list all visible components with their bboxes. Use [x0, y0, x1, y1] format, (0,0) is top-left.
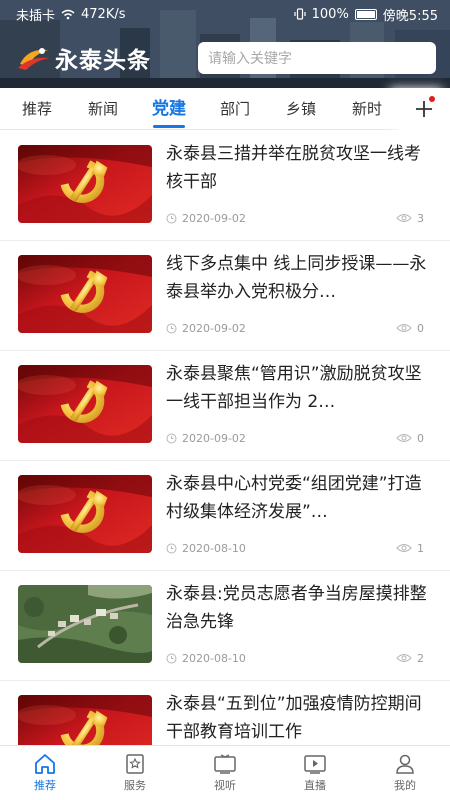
thumbnail-aerial-village: [18, 585, 152, 663]
battery-percent: 100%: [311, 6, 349, 22]
thumbnail-party-flag: [18, 475, 152, 553]
news-meta: 2020-09-02 0: [166, 320, 424, 336]
app-logo: 永泰头条: [16, 41, 186, 75]
clock-icon: [166, 213, 177, 223]
nav-profile[interactable]: 我的: [360, 746, 450, 800]
tab-towns[interactable]: 乡镇: [268, 88, 334, 130]
eye-icon: [396, 214, 412, 222]
add-channel-button[interactable]: [398, 88, 450, 130]
eye-icon: [396, 654, 412, 662]
sim-status: 未插卡: [16, 8, 56, 24]
plus-icon: [416, 101, 432, 117]
news-title: 永泰县聚焦“管用识”激励脱贫攻坚一线干部担当作为 2…: [166, 364, 422, 412]
clock-icon: [166, 433, 177, 443]
news-date: 2020-08-10: [182, 541, 246, 555]
search-placeholder: 请输入关键字: [208, 51, 292, 67]
play-screen-icon: [304, 755, 326, 774]
user-icon: [396, 754, 414, 774]
nav-services[interactable]: 服务: [90, 746, 180, 800]
status-right: 100% 傍晚5:55: [294, 5, 438, 24]
thumbnail-party-flag: [18, 695, 152, 745]
nav-live[interactable]: 直播: [270, 746, 360, 800]
eye-icon: [396, 544, 412, 552]
news-title: 永泰县:党员志愿者争当房屋摸排整治急先锋: [166, 584, 427, 632]
news-item[interactable]: 永泰县三措并举在脱贫攻坚一线考核干部 2020-09-02 3: [0, 131, 450, 241]
clock-icon: [166, 543, 177, 553]
view-count: 0: [417, 321, 424, 335]
thumbnail-party-flag: [18, 145, 152, 223]
nav-label: 推荐: [34, 779, 56, 792]
logo-mark-icon: [18, 48, 50, 70]
news-title: 永泰县中心村党委“组团党建”打造村级集体经济发展”…: [166, 474, 422, 522]
tab-news[interactable]: 新闻: [70, 88, 136, 130]
news-item[interactable]: 永泰县:党员志愿者争当房屋摸排整治急先锋 2020-08-10 2: [0, 571, 450, 681]
wifi-icon: [61, 9, 75, 19]
tab-departments[interactable]: 部门: [202, 88, 268, 130]
vibrate-icon: [294, 8, 306, 20]
thumbnail-party-flag: [18, 255, 152, 333]
home-icon: [35, 754, 55, 774]
view-count: 0: [417, 431, 424, 445]
bottom-nav: 推荐 服务 视听 直播 我的: [0, 745, 450, 800]
news-meta: 2020-09-02 0: [166, 430, 424, 446]
tab-party-building[interactable]: 党建: [136, 88, 202, 130]
nav-label: 服务: [124, 779, 146, 792]
clock-icon: [166, 653, 177, 663]
news-title: 永泰县三措并举在脱贫攻坚一线考核干部: [166, 144, 421, 192]
news-meta: 2020-08-10 1: [166, 540, 424, 556]
news-meta: 2020-09-02 3: [166, 210, 424, 226]
view-count: 1: [417, 541, 424, 555]
tab-recommend[interactable]: 推荐: [4, 88, 70, 130]
news-date: 2020-09-02: [182, 431, 246, 445]
view-count: 3: [417, 211, 424, 225]
news-item[interactable]: 永泰县“五到位”加强疫情防控期间干部教育培训工作: [0, 681, 450, 745]
eye-icon: [396, 434, 412, 442]
status-bar: 未插卡 472K/s 100% 傍晚5:55: [0, 0, 450, 28]
nav-label: 我的: [394, 779, 416, 792]
news-meta: 2020-08-10 2: [166, 650, 424, 666]
nav-label: 视听: [214, 779, 236, 792]
logo-search-row: 永泰头条 请输入关键字: [0, 38, 450, 78]
clock: 傍晚5:55: [382, 8, 438, 24]
clock-icon: [166, 323, 177, 333]
news-item[interactable]: 线下多点集中 线上同步授课——永泰县举办入党积极分… 2020-09-02 0: [0, 241, 450, 351]
news-date: 2020-09-02: [182, 321, 246, 335]
news-list: 永泰县三措并举在脱贫攻坚一线考核干部 2020-09-02 3 线下多点集中 线…: [0, 131, 450, 745]
tv-icon: [214, 754, 236, 774]
news-date: 2020-08-10: [182, 651, 246, 665]
news-title: 线下多点集中 线上同步授课——永泰县举办入党积极分…: [166, 254, 427, 302]
logo-text: 永泰头条: [55, 48, 151, 74]
news-item[interactable]: 永泰县中心村党委“组团党建”打造村级集体经济发展”… 2020-08-10 1: [0, 461, 450, 571]
nav-recommend[interactable]: 推荐: [0, 746, 90, 800]
search-input[interactable]: 请输入关键字: [198, 42, 436, 74]
battery-icon: [354, 8, 377, 20]
news-date: 2020-09-02: [182, 211, 246, 225]
thumbnail-party-flag: [18, 365, 152, 443]
status-left: 未插卡 472K/s: [16, 5, 126, 24]
news-title: 永泰县“五到位”加强疫情防控期间干部教育培训工作: [166, 694, 422, 742]
network-speed: 472K/s: [81, 6, 126, 22]
eye-icon: [396, 324, 412, 332]
nav-label: 直播: [304, 779, 326, 792]
star-doc-icon: [126, 754, 144, 774]
app-root: 未插卡 472K/s 100% 傍晚5:55 永泰头条 请输入关键字 推荐 新闻…: [0, 0, 450, 800]
nav-audio-video[interactable]: 视听: [180, 746, 270, 800]
news-item[interactable]: 永泰县聚焦“管用识”激励脱贫攻坚一线干部担当作为 2… 2020-09-02 0: [0, 351, 450, 461]
app-header: 未插卡 472K/s 100% 傍晚5:55 永泰头条 请输入关键字: [0, 0, 450, 88]
view-count: 2: [417, 651, 424, 665]
category-tabs: 推荐 新闻 党建 部门 乡镇 新时: [0, 88, 450, 130]
tab-new-era[interactable]: 新时: [334, 88, 400, 130]
new-badge-dot: [429, 96, 435, 102]
